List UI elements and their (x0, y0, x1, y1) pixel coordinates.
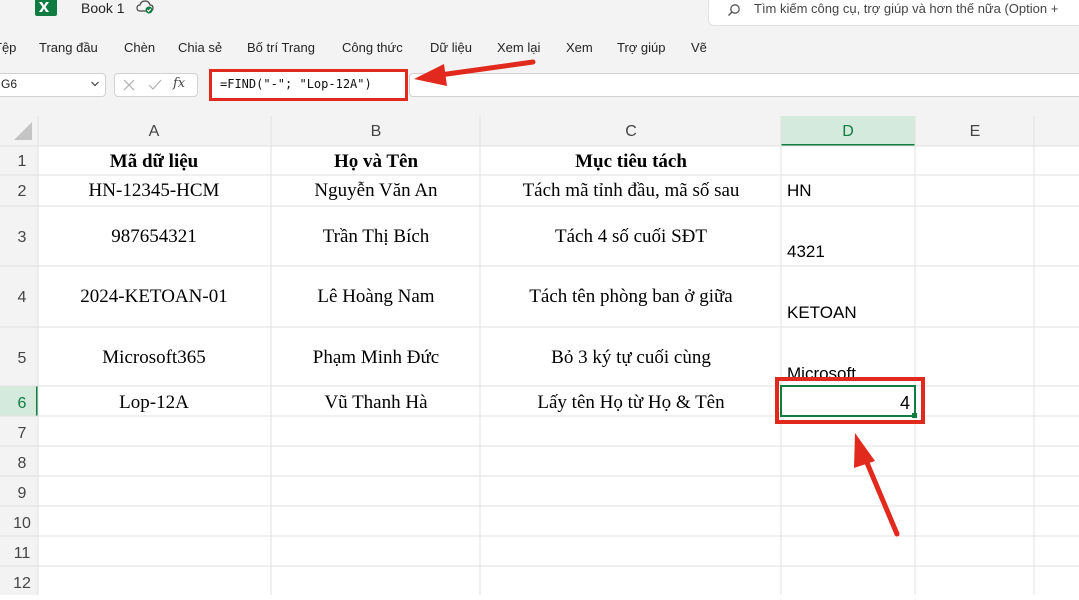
cell-b1[interactable]: Họ và Tên (334, 151, 419, 172)
row-header-6[interactable]: 6 (18, 395, 27, 412)
cell-b2[interactable]: Nguyễn Văn An (314, 180, 438, 201)
ribbon-tabs: Tệp Trang đầu Chèn Chia sẻ Bố trí Trang … (0, 32, 1079, 66)
sheet-canvas: A B C D E 1 2 3 4 5 6 7 8 9 10 11 12 Mã … (0, 102, 1079, 595)
formula-controls: fx (114, 73, 198, 97)
cell-c6[interactable]: Lấy tên Họ từ Họ & Tên (537, 392, 725, 413)
column-header-a[interactable]: A (149, 123, 160, 140)
cell-d2[interactable]: HN (787, 181, 812, 200)
workbook-title[interactable]: Book 1 (81, 0, 125, 16)
tab-page-layout[interactable]: Bố trí Trang (247, 40, 315, 55)
tab-formulas[interactable]: Công thức (342, 40, 403, 55)
cloud-check-icon[interactable] (136, 0, 154, 14)
row-header-5[interactable]: 5 (18, 350, 27, 367)
tab-data[interactable]: Dữ liệu (430, 40, 472, 55)
cell-a3[interactable]: 987654321 (111, 226, 197, 247)
column-header-b[interactable]: B (371, 123, 382, 140)
cell-a2[interactable]: HN-12345-HCM (89, 180, 220, 201)
search-icon (728, 4, 740, 16)
cell-a6[interactable]: Lop-12A (119, 392, 189, 413)
row-header-10[interactable]: 10 (13, 515, 31, 532)
fill-handle[interactable] (912, 413, 917, 418)
cell-b3[interactable]: Trần Thị Bích (323, 226, 430, 247)
cell-b6[interactable]: Vũ Thanh Hà (324, 392, 428, 413)
tab-home[interactable]: Trang đầu (39, 40, 98, 55)
formula-bar: G6 fx =FIND("-"; "Lop-12A") (0, 66, 1079, 102)
row-header-7[interactable]: 7 (18, 425, 27, 442)
name-box[interactable]: G6 (0, 73, 106, 97)
column-header-e[interactable]: E (970, 123, 981, 140)
tab-file[interactable]: Tệp (0, 40, 16, 55)
cell-a1[interactable]: Mã dữ liệu (110, 151, 199, 172)
row-header-4[interactable]: 4 (18, 289, 27, 306)
check-icon[interactable] (148, 79, 162, 91)
tab-insert[interactable]: Chèn (124, 40, 155, 55)
chevron-down-icon[interactable] (91, 81, 99, 87)
cell-c2[interactable]: Tách mã tỉnh đầu, mã số sau (523, 180, 740, 201)
row-header-9[interactable]: 9 (18, 485, 27, 502)
tab-review[interactable]: Xem lại (497, 40, 540, 55)
cell-b4[interactable]: Lê Hoàng Nam (317, 286, 434, 307)
row-header-1[interactable]: 1 (18, 153, 27, 170)
cell-d6[interactable]: 4 (900, 393, 910, 413)
cell-c1[interactable]: Mục tiêu tách (575, 151, 687, 172)
cell-c5[interactable]: Bỏ 3 ký tự cuối cùng (551, 347, 711, 368)
cell-d4[interactable]: KETOAN (787, 303, 857, 322)
tab-help[interactable]: Trợ giúp (617, 40, 666, 55)
sheet-grid: A B C D E 1 2 3 4 5 6 7 8 9 10 11 12 Mã … (0, 102, 1079, 595)
search-input[interactable]: Tìm kiếm công cụ, trợ giúp và hơn thế nữ… (708, 0, 1079, 26)
formula-text: =FIND("-"; "Lop-12A") (220, 77, 372, 91)
cell-a4[interactable]: 2024-KETOAN-01 (80, 286, 227, 307)
cell-b5[interactable]: Phạm Minh Đức (313, 347, 439, 368)
title-bar: Book 1 Tìm kiếm công cụ, trợ giúp và hơn… (0, 0, 1079, 32)
excel-icon[interactable] (35, 0, 57, 16)
cell-d3[interactable]: 4321 (787, 242, 825, 261)
search-placeholder: Tìm kiếm công cụ, trợ giúp và hơn thế nữ… (754, 1, 1059, 16)
tab-share[interactable]: Chia sẻ (178, 40, 222, 55)
tab-view[interactable]: Xem (566, 40, 593, 55)
cell-a5[interactable]: Microsoft365 (102, 347, 205, 368)
row-header-12[interactable]: 12 (13, 575, 31, 592)
row-header-11[interactable]: 11 (14, 545, 31, 562)
formula-input[interactable]: =FIND("-"; "Lop-12A") (209, 69, 408, 101)
column-header-d[interactable]: D (842, 123, 854, 140)
tab-draw[interactable]: Vẽ (691, 40, 707, 55)
cell-c3[interactable]: Tách 4 số cuối SĐT (555, 226, 707, 247)
cancel-icon[interactable] (123, 79, 135, 91)
row-header-8[interactable]: 8 (18, 455, 27, 472)
cell-c4[interactable]: Tách tên phòng ban ở giữa (529, 286, 733, 307)
name-box-value: G6 (1, 77, 18, 91)
column-header-c[interactable]: C (625, 123, 637, 140)
row-header-2[interactable]: 2 (18, 183, 27, 200)
insert-function-icon[interactable]: fx (173, 76, 185, 91)
row-header-3[interactable]: 3 (18, 229, 27, 246)
formula-input-field[interactable] (409, 73, 1079, 97)
